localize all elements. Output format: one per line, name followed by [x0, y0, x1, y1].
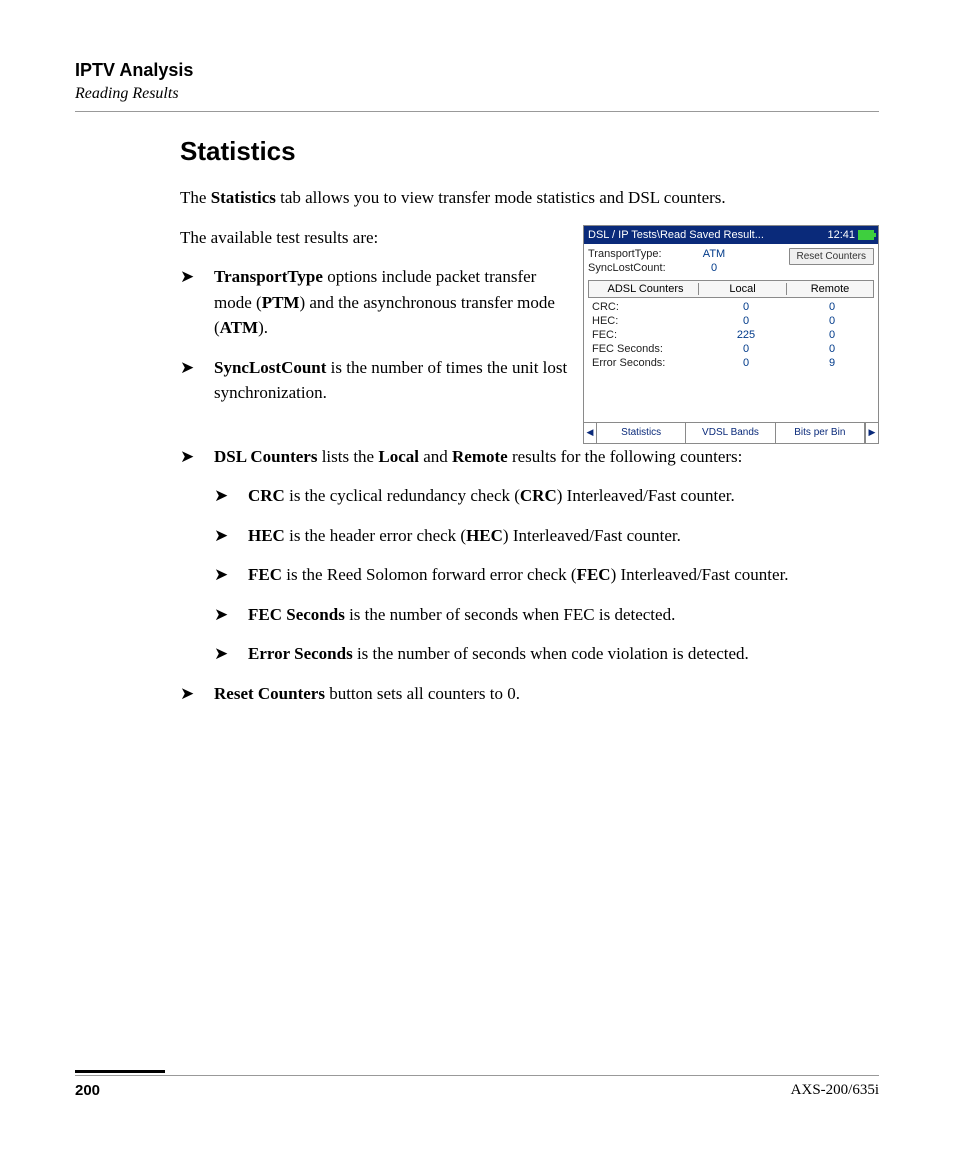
counters-table: CRC: 0 0 HEC: 0 0 FEC: 225 0 — [588, 300, 874, 416]
list-item: CRC is the cyclical redundancy check (CR… — [214, 483, 879, 509]
section-title: Statistics — [180, 136, 879, 167]
bullet-list: TransportType options include packet tra… — [180, 264, 569, 406]
list-item: SyncLostCount is the number of times the… — [180, 355, 569, 406]
list-item: HEC is the header error check (HEC) Inte… — [214, 523, 879, 549]
footer-rule-long — [75, 1075, 879, 1076]
bullet-list-continued: DSL Counters lists the Local and Remote … — [180, 444, 879, 470]
page-number: 200 — [75, 1082, 100, 1099]
chapter-subtitle: Reading Results — [75, 85, 879, 103]
list-item: FEC Seconds is the number of seconds whe… — [214, 602, 879, 628]
tab-vdsl-bands[interactable]: VDSL Bands — [686, 423, 775, 443]
chapter-title: IPTV Analysis — [75, 60, 879, 81]
intro-paragraph-2: The available test results are: — [180, 225, 569, 251]
footer-rule-short — [75, 1070, 165, 1073]
bullet-list-final: Reset Counters button sets all counters … — [180, 681, 879, 707]
sync-lost-row: SyncLostCount: 0 — [588, 262, 734, 274]
device-clock: 12:41 — [827, 229, 855, 241]
tab-scroll-left-icon[interactable]: ◀ — [584, 423, 597, 443]
list-item: Reset Counters button sets all counters … — [180, 681, 879, 707]
device-title-text: DSL / IP Tests\Read Saved Result... — [588, 229, 764, 241]
page-content: Statistics The Statistics tab allows you… — [180, 136, 879, 706]
tab-statistics[interactable]: Statistics — [597, 423, 686, 443]
table-row: Error Seconds: 0 9 — [588, 356, 874, 370]
counters-table-header: ADSL Counters Local Remote — [588, 280, 874, 298]
table-row: FEC: 225 0 — [588, 328, 874, 342]
list-item: TransportType options include packet tra… — [180, 264, 569, 341]
battery-icon — [858, 230, 874, 240]
table-row: HEC: 0 0 — [588, 314, 874, 328]
list-item: DSL Counters lists the Local and Remote … — [180, 444, 879, 470]
list-item: FEC is the Reed Solomon forward error ch… — [214, 562, 879, 588]
device-tabs: ◀ Statistics VDSL Bands Bits per Bin ▶ — [584, 422, 878, 443]
page-header: IPTV Analysis Reading Results — [75, 60, 879, 112]
intro-paragraph-1: The Statistics tab allows you to view tr… — [180, 185, 879, 211]
product-model: AXS-200/635i — [791, 1082, 879, 1099]
page-footer: 200 AXS-200/635i — [75, 1070, 879, 1099]
list-item: Error Seconds is the number of seconds w… — [214, 641, 879, 667]
device-titlebar: DSL / IP Tests\Read Saved Result... 12:4… — [584, 226, 878, 244]
tab-bits-per-bin[interactable]: Bits per Bin — [776, 423, 865, 443]
reset-counters-button[interactable]: Reset Counters — [789, 248, 874, 265]
table-row: CRC: 0 0 — [588, 300, 874, 314]
table-row: FEC Seconds: 0 0 — [588, 342, 874, 356]
sub-bullet-list: CRC is the cyclical redundancy check (CR… — [214, 483, 879, 667]
transport-type-row: TransportType: ATM — [588, 248, 734, 260]
embedded-device-screenshot: DSL / IP Tests\Read Saved Result... 12:4… — [583, 225, 879, 444]
tab-scroll-right-icon[interactable]: ▶ — [865, 423, 878, 443]
header-rule — [75, 111, 879, 112]
